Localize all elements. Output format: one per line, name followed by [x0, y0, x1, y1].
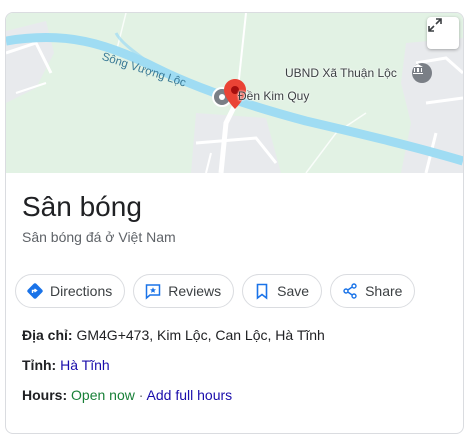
- province-row: Tỉnh: Hà Tĩnh: [22, 357, 110, 373]
- expand-icon: [428, 18, 442, 32]
- address-row: Địa chỉ: GM4G+473, Kim Lộc, Can Lộc, Hà …: [22, 327, 325, 343]
- directions-icon: [26, 282, 44, 300]
- save-label: Save: [277, 283, 310, 299]
- poi-label: UBND Xã Thuận Lộc: [285, 66, 397, 80]
- reviews-label: Reviews: [168, 283, 222, 299]
- share-button[interactable]: Share: [330, 274, 416, 308]
- reviews-button[interactable]: Reviews: [133, 274, 235, 308]
- government-building-icon[interactable]: [412, 63, 432, 83]
- hours-separator: ·: [138, 387, 144, 403]
- bookmark-icon: [253, 282, 271, 300]
- add-hours-link[interactable]: Add full hours: [147, 387, 233, 403]
- address-label: Địa chỉ: [22, 327, 68, 343]
- reviews-icon: [144, 282, 162, 300]
- address-value: GM4G+473, Kim Lộc, Can Lộc, Hà Tĩnh: [76, 327, 325, 343]
- hours-status: Open now: [71, 387, 135, 403]
- hours-colon: :: [62, 387, 68, 403]
- share-icon: [341, 282, 359, 300]
- province-colon: :: [51, 357, 57, 373]
- map-preview[interactable]: Sông Vượng Lộc Đền Kim Quy UBND Xã Thuận…: [6, 13, 463, 173]
- place-category: Sân bóng đá ở Việt Nam: [22, 229, 176, 245]
- directions-label: Directions: [50, 283, 113, 299]
- address-colon: :: [67, 327, 73, 343]
- directions-button[interactable]: Directions: [15, 274, 126, 308]
- place-card: Sông Vượng Lộc Đền Kim Quy UBND Xã Thuận…: [5, 12, 464, 434]
- save-button[interactable]: Save: [242, 274, 323, 308]
- place-map-label: Đền Kim Quy: [238, 89, 310, 103]
- province-link[interactable]: Hà Tĩnh: [60, 357, 110, 373]
- share-label: Share: [365, 283, 403, 299]
- expand-map-button[interactable]: [427, 17, 459, 49]
- hours-row: Hours: Open now · Add full hours: [22, 387, 232, 403]
- hours-label: Hours: [22, 387, 63, 403]
- action-buttons: Directions Reviews Save Share: [15, 274, 416, 308]
- province-label: Tỉnh: [22, 357, 52, 373]
- place-title: Sân bóng: [22, 191, 142, 222]
